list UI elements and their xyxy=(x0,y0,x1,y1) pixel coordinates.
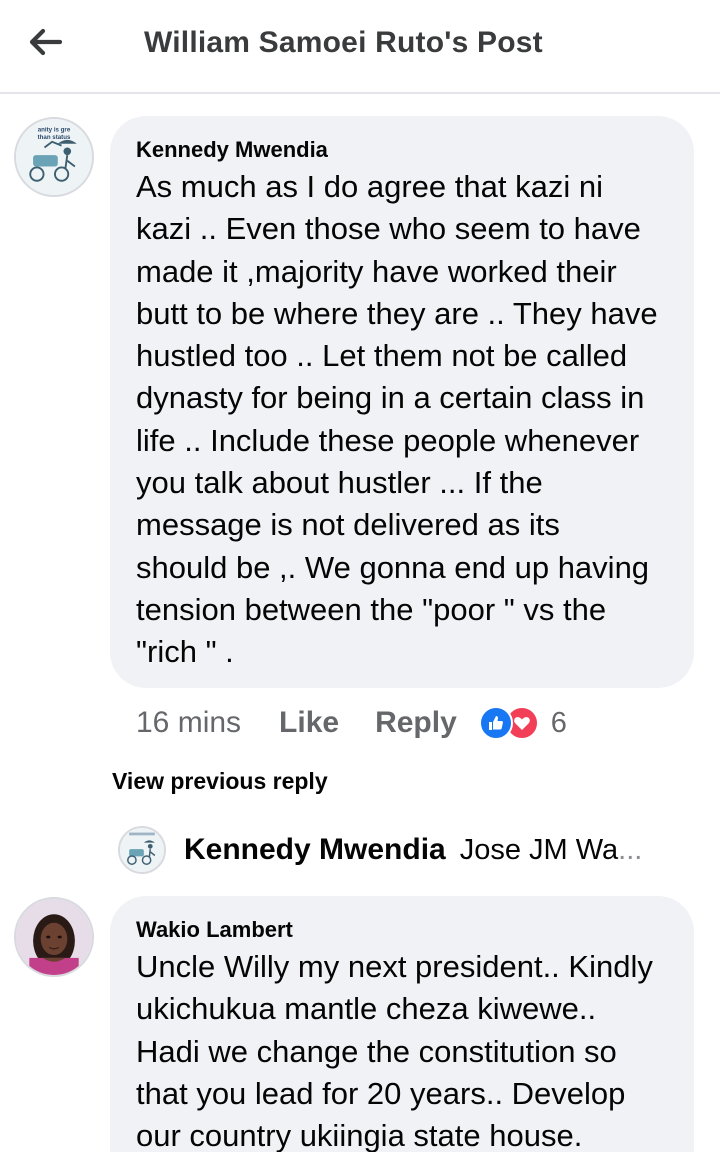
avatar-image xyxy=(16,899,92,975)
reply-preview[interactable]: Kennedy Mwendia Jose JM Wa ... xyxy=(118,822,642,878)
comment-line: Uncle Willy my next president.. Kindly xyxy=(136,949,653,984)
comment-line: butt to be where they are .. They have xyxy=(136,295,658,331)
comment-line: dynasty for being in a certain class in xyxy=(136,380,645,416)
back-arrow-icon xyxy=(29,28,63,56)
reply-snippet: Jose JM Wa xyxy=(459,833,619,866)
reaction-count: 6 xyxy=(550,706,567,739)
comment-line: hustled too .. Let them not be called xyxy=(136,338,628,374)
comment-bubble[interactable]: Wakio Lambert Uncle Willy my next presid… xyxy=(110,896,694,1152)
comment-line: "rich " . xyxy=(136,634,234,670)
comment-text: Uncle Willy my next president.. Kindly u… xyxy=(136,946,696,1152)
comment-line: As much as I do agree that kazi ni xyxy=(136,169,603,204)
svg-text:than status: than status xyxy=(38,134,71,141)
reply-button[interactable]: Reply xyxy=(375,706,457,740)
back-button[interactable] xyxy=(22,22,70,62)
comment-line: that you lead for 20 years.. Develop xyxy=(136,1075,626,1111)
page-title: William Samoei Ruto's Post xyxy=(144,26,543,59)
reactions-summary[interactable]: 6 xyxy=(478,706,567,740)
view-previous-reply-link[interactable]: View previous reply xyxy=(112,768,328,795)
comment-line: Hadi we change the constitution so xyxy=(136,1033,617,1069)
comment-author[interactable]: Kennedy Mwendia xyxy=(136,137,328,163)
comment-bubble[interactable]: Kennedy Mwendia As much as I do agree th… xyxy=(110,116,694,688)
like-button[interactable]: Like xyxy=(279,706,339,740)
avatar[interactable]: anity is gre than status xyxy=(14,117,94,197)
comment-line: ukichukua mantle cheza kiwewe.. xyxy=(136,991,597,1027)
comment-line: life .. Include these people whenever xyxy=(136,422,640,458)
reply-ellipsis: ... xyxy=(618,833,643,866)
comment-line: kazi .. Even those who seem to have xyxy=(136,211,641,247)
avatar[interactable] xyxy=(14,897,94,977)
comment-line: should be ,. We gonna end up having xyxy=(136,549,650,585)
svg-text:anity is gre: anity is gre xyxy=(38,126,71,133)
comment-text: As much as I do agree that kazi ni kazi … xyxy=(136,166,696,674)
post-header: William Samoei Ruto's Post xyxy=(0,0,720,94)
comment-line: message is not delivered as its xyxy=(136,507,560,543)
reply-avatar xyxy=(118,826,166,874)
comment-author[interactable]: Wakio Lambert xyxy=(136,917,293,943)
comment-line: made it ,majority have worked their xyxy=(136,253,617,289)
comment-actions: 16 mins Like Reply 6 xyxy=(136,700,567,746)
comment-line: tension between the "poor " vs the xyxy=(136,591,607,627)
comment-line: you talk about hustler ... If the xyxy=(136,465,543,501)
like-reaction-icon xyxy=(478,706,513,740)
reply-author: Kennedy Mwendia xyxy=(184,833,446,866)
avatar-image: anity is gre than status xyxy=(16,119,92,195)
comment-timestamp[interactable]: 16 mins xyxy=(136,706,241,740)
comment-line: our country ukiingia state house. xyxy=(136,1118,583,1152)
